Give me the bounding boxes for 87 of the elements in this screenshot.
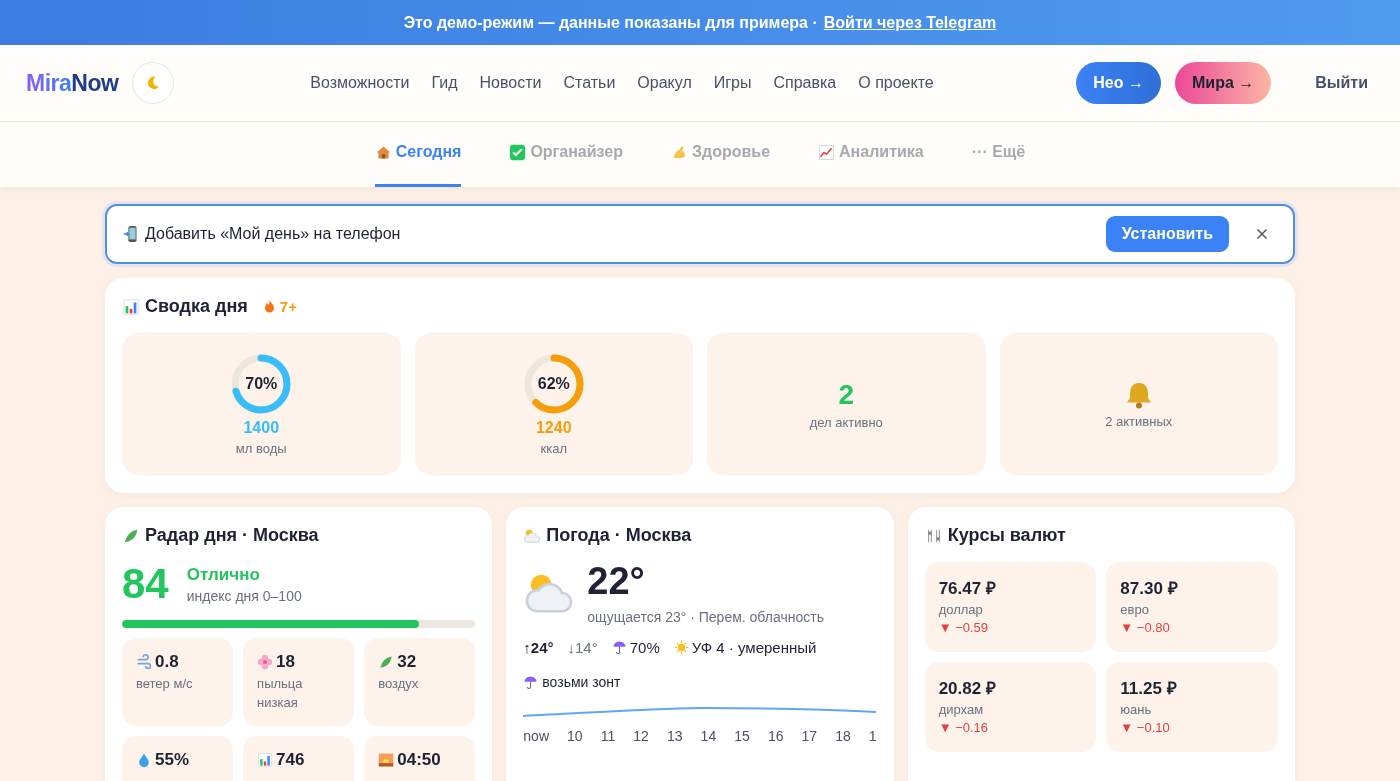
metric-value: 55% — [155, 750, 190, 770]
section-tab[interactable]: Сегодня — [374, 122, 462, 187]
sunrise-icon — [378, 752, 395, 768]
metric-value: 746 — [276, 750, 305, 770]
low-temp: ↓14° — [567, 639, 598, 656]
rate-change: ▼ −0.80 — [1120, 620, 1171, 635]
install-text: Добавить «Мой день» на телефон — [145, 225, 401, 243]
nav-link[interactable]: Статьи — [563, 74, 616, 92]
card-title: Сводка дня — [122, 296, 248, 317]
currency-name: евро — [1120, 602, 1150, 617]
umbrella-icon — [611, 640, 627, 655]
stat-label: дел активно — [809, 414, 883, 430]
bars-icon — [257, 752, 274, 768]
card-title: Радар дня · Москва — [122, 525, 476, 546]
hour-label: 1 — [868, 728, 877, 744]
metric-label: ветер м/с — [136, 675, 194, 693]
nav-link[interactable]: Гид — [431, 74, 458, 92]
hour-label: 13 — [666, 728, 683, 744]
stat-label: ккал — [540, 440, 567, 456]
check-icon — [509, 143, 527, 161]
nav-link[interactable]: О проекте — [858, 74, 934, 92]
hour-label: 10 — [567, 728, 583, 744]
stat-value: 1240 — [535, 418, 572, 437]
temperature: 22° — [587, 560, 646, 603]
currency-name: дирхам — [938, 702, 985, 717]
streak-count: 7+ — [279, 298, 297, 315]
rate-change: ▼ −0.59 — [938, 620, 990, 635]
theme-toggle[interactable] — [132, 62, 175, 104]
hour-label: 17 — [801, 728, 818, 744]
hour-label: now — [523, 728, 549, 744]
nav-link[interactable]: Оракул — [637, 74, 692, 92]
rate-value: 20.82 ₽ — [938, 678, 997, 699]
logo: MiraNow — [26, 69, 119, 97]
currency-name: юань — [1120, 702, 1153, 717]
drop-icon — [136, 752, 152, 768]
card-title: Курсы валют — [924, 525, 1278, 546]
feels-like: ощущается 23° · Перем. облачность — [587, 609, 824, 625]
progress-ring — [230, 352, 293, 415]
metric-value: 18 — [276, 652, 296, 672]
hour-label: 18 — [835, 728, 851, 744]
umbrella-icon — [523, 674, 539, 690]
uv-index: УФ 4 · умеренный — [691, 639, 817, 656]
score-caption: индекс дня 0–100 — [186, 587, 302, 604]
rate-change: ▼ −0.10 — [1120, 720, 1171, 735]
day-score: 84 — [122, 560, 169, 608]
bars-icon — [122, 297, 140, 316]
logout-button[interactable]: Выйти — [1309, 73, 1374, 93]
stat-value: 2 — [838, 378, 855, 411]
high-temp: ↑24° — [523, 639, 554, 656]
weather-advice: возьми зонт — [542, 674, 621, 690]
hour-label: 15 — [734, 728, 750, 744]
stat-label: 2 активных — [1105, 413, 1173, 429]
rain-chance: 70% — [629, 639, 660, 656]
install-button[interactable]: Установить — [1105, 216, 1229, 252]
metric-value: 32 — [397, 652, 417, 672]
chart-icon — [818, 143, 836, 161]
assistant-button[interactable]: Нео → — [1076, 62, 1161, 104]
rate-value: 11.25 ₽ — [1120, 678, 1178, 699]
metric-value: 04:50 — [397, 750, 441, 770]
rate-change: ▼ −0.16 — [938, 720, 990, 735]
stat-value: 1400 — [243, 418, 280, 437]
nav-link[interactable]: Игры — [713, 74, 752, 92]
metric-value: 0.8 — [155, 652, 179, 672]
assistant-button[interactable]: Мира → — [1175, 62, 1272, 104]
nav-link[interactable]: Новости — [479, 74, 542, 92]
metric-label: пыльца низкая — [257, 675, 304, 712]
rate-value: 87.30 ₽ — [1120, 578, 1179, 599]
ring-percent: 70% — [245, 375, 278, 392]
ring-percent: 62% — [537, 375, 570, 392]
nav-link[interactable]: Возможности — [310, 74, 410, 92]
progress-ring — [522, 352, 585, 415]
wind-icon — [136, 654, 152, 670]
score-verdict: Отлично — [186, 564, 261, 585]
card-title: Погода · Москва — [523, 525, 877, 546]
rate-value: 76.47 ₽ — [938, 578, 997, 599]
hour-label: 14 — [700, 728, 717, 744]
sun-icon — [673, 640, 689, 655]
currency-name: доллар — [938, 602, 984, 617]
hour-label: 16 — [767, 728, 784, 744]
leaf-icon — [378, 654, 395, 670]
nav-link[interactable]: Справка — [773, 74, 837, 92]
flower-icon — [257, 654, 274, 670]
metric-label: воздух — [378, 675, 420, 693]
stat-label: мл воды — [235, 440, 287, 456]
banner-text: Это демо-режим — данные показаны для примера · — [403, 13, 818, 32]
hour-label: 12 — [633, 728, 649, 744]
hour-label: 11 — [600, 728, 616, 744]
